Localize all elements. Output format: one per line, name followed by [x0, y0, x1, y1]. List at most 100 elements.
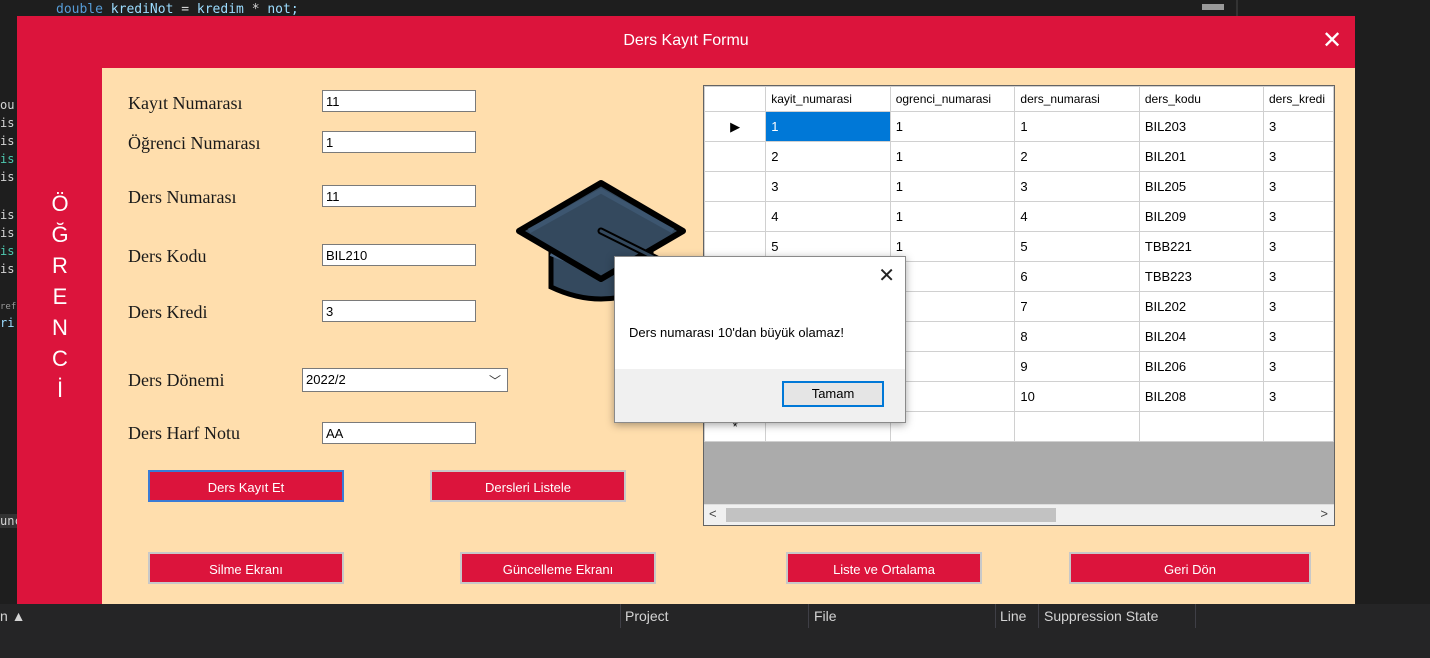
message-text: Ders numarası 10'dan büyük olamaz!	[629, 325, 844, 340]
table-cell[interactable]: 1	[889, 141, 1016, 172]
table-cell[interactable]: 5	[1014, 231, 1140, 262]
table-cell[interactable]: BIL204	[1138, 321, 1264, 352]
scroll-left-icon[interactable]: <	[709, 506, 717, 521]
table-cell[interactable]: 1	[889, 381, 1016, 412]
table-cell[interactable]: TBB221	[1138, 231, 1264, 262]
ide-edge-line: is	[0, 134, 15, 148]
column-header-name[interactable]: n ▲	[0, 608, 26, 624]
table-cell[interactable]	[1014, 411, 1140, 442]
dersleri-listele-button[interactable]: Dersleri Listele	[430, 470, 626, 502]
column-header-project[interactable]: Project	[625, 608, 669, 624]
table-cell[interactable]: BIL203	[1138, 111, 1264, 142]
table-cell[interactable]: 2	[1014, 141, 1140, 172]
table-cell[interactable]: 3	[1262, 291, 1334, 322]
table-cell[interactable]: TBB223	[1138, 261, 1264, 292]
table-cell[interactable]: 3	[1262, 261, 1334, 292]
column-header-suppression[interactable]: Suppression State	[1044, 608, 1158, 624]
table-row[interactable]: 3 1 3 BIL205 3	[704, 171, 1334, 202]
column-header[interactable]: ders_kodu	[1138, 86, 1264, 112]
column-header[interactable]: ders_kredi	[1262, 86, 1334, 112]
ders-donemi-select[interactable]: 2022/2 ﹀	[302, 368, 508, 392]
close-icon[interactable]: ✕	[878, 263, 895, 288]
table-cell[interactable]: 3	[1262, 171, 1334, 202]
table-cell[interactable]: 6	[1014, 261, 1140, 292]
table-cell[interactable]: 3	[1262, 321, 1334, 352]
table-cell[interactable]: 1	[1014, 111, 1140, 142]
table-cell[interactable]: BIL205	[1138, 171, 1264, 202]
guncelleme-ekrani-button[interactable]: Güncelleme Ekranı	[460, 552, 656, 584]
ide-edge-tab[interactable]: unc	[0, 514, 18, 528]
column-header[interactable]: ogrenci_numarasi	[889, 86, 1016, 112]
horizontal-scrollbar[interactable]: < >	[704, 504, 1334, 525]
table-cell[interactable]: 3	[1262, 141, 1334, 172]
liste-ortalama-button[interactable]: Liste ve Ortalama	[786, 552, 982, 584]
geri-don-button[interactable]: Geri Dön	[1069, 552, 1311, 584]
scroll-right-icon[interactable]: >	[1320, 506, 1328, 521]
ders-kayit-et-button[interactable]: Ders Kayıt Et	[148, 470, 344, 502]
label-ders-kredi: Ders Kredi	[128, 302, 208, 322]
scroll-thumb[interactable]	[726, 508, 1056, 522]
row-header[interactable]	[704, 171, 767, 202]
table-row[interactable]: 4 1 4 BIL209 3	[704, 201, 1334, 232]
column-header-file[interactable]: File	[814, 608, 837, 624]
table-cell[interactable]: 3	[1262, 231, 1334, 262]
table-cell[interactable]: 3	[765, 171, 891, 202]
ders-kodu-input[interactable]: BIL210	[322, 244, 476, 266]
table-cell[interactable]: 4	[765, 201, 891, 232]
table-cell[interactable]: 1	[889, 291, 1016, 322]
table-cell[interactable]	[1262, 411, 1334, 442]
table-cell[interactable]: 1	[889, 351, 1016, 382]
close-icon[interactable]: ✕	[1319, 28, 1345, 54]
table-cell[interactable]: BIL209	[1138, 201, 1264, 232]
table-cell[interactable]: 1	[889, 231, 1016, 262]
table-cell[interactable]: 1	[889, 111, 1016, 142]
table-cell[interactable]: BIL202	[1138, 291, 1264, 322]
ide-edge-line: ref	[0, 302, 17, 312]
table-cell[interactable]: 4	[1014, 201, 1140, 232]
ide-edge-line: is	[0, 116, 15, 130]
table-cell[interactable]: 1	[889, 171, 1016, 202]
table-cell[interactable]: BIL206	[1138, 351, 1264, 382]
row-header[interactable]	[704, 141, 767, 172]
table-row[interactable]: 2 1 2 BIL201 3	[704, 141, 1334, 172]
table-cell[interactable]: 1	[889, 261, 1016, 292]
table-cell[interactable]: BIL201	[1138, 141, 1264, 172]
harf-notu-input[interactable]: AA	[322, 422, 476, 444]
ide-scrollbar[interactable]	[1202, 4, 1224, 10]
column-header[interactable]: ders_numarasi	[1014, 86, 1140, 112]
table-cell[interactable]: 3	[1014, 171, 1140, 202]
ide-edge-line: is	[0, 170, 15, 184]
ide-edge-line: is	[0, 244, 15, 258]
label-ders-donemi: Ders Dönemi	[128, 370, 225, 390]
ders-numarasi-input[interactable]: 11	[322, 185, 476, 207]
tamam-button[interactable]: Tamam	[782, 381, 884, 407]
table-cell[interactable]	[889, 411, 1016, 442]
ogrenci-numarasi-input[interactable]: 1	[322, 131, 476, 153]
table-cell[interactable]: 10	[1014, 381, 1140, 412]
table-row[interactable]: ▶ 1 1 1 BIL203 3	[704, 111, 1334, 142]
table-cell[interactable]: BIL208	[1138, 381, 1264, 412]
table-cell[interactable]: 9	[1014, 351, 1140, 382]
row-header-corner	[704, 86, 767, 112]
table-cell[interactable]: 7	[1014, 291, 1140, 322]
table-cell[interactable]: 8	[1014, 321, 1140, 352]
kayit-numarasi-input[interactable]: 11	[322, 90, 476, 112]
table-cell[interactable]: 2	[765, 141, 891, 172]
row-header[interactable]	[704, 201, 767, 232]
code-line: double krediNot = kredim * not;	[56, 2, 299, 17]
table-cell[interactable]: 3	[1262, 381, 1334, 412]
row-header[interactable]: ▶	[704, 111, 767, 142]
chevron-down-icon: ﹀	[488, 374, 501, 388]
table-cell[interactable]: 1	[889, 201, 1016, 232]
column-header[interactable]: kayit_numarasi	[765, 86, 891, 112]
table-cell[interactable]	[1138, 411, 1264, 442]
table-cell[interactable]: 1	[765, 111, 891, 142]
error-list-header: n ▲ Project File Line Suppression State	[0, 604, 1430, 658]
table-cell[interactable]: 3	[1262, 111, 1334, 142]
silme-ekrani-button[interactable]: Silme Ekranı	[148, 552, 344, 584]
table-cell[interactable]: 3	[1262, 201, 1334, 232]
table-cell[interactable]: 3	[1262, 351, 1334, 382]
ders-kredi-input[interactable]: 3	[322, 300, 476, 322]
column-header-line[interactable]: Line	[1000, 608, 1026, 624]
table-cell[interactable]: 1	[889, 321, 1016, 352]
